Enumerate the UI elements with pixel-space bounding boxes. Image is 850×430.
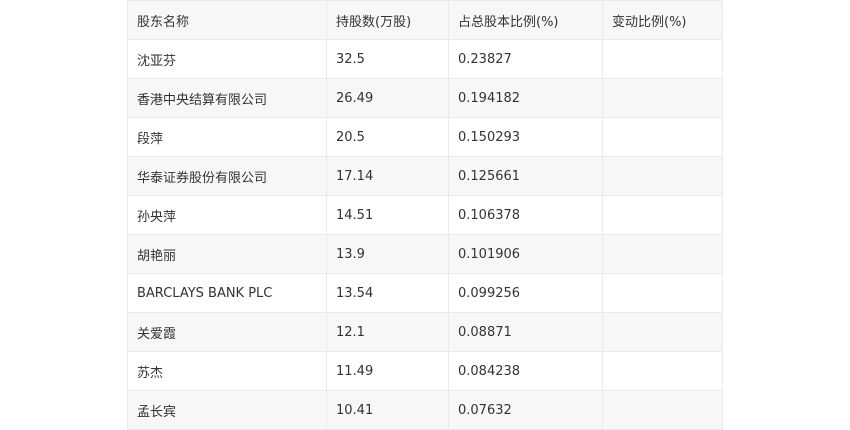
table-row: 孙央萍 14.51 0.106378 xyxy=(127,195,723,235)
cell-change-ratio xyxy=(602,117,723,157)
table-header: 股东名称 持股数(万股) 占总股本比例(%) 变动比例(%) xyxy=(127,0,723,40)
header-shareholder-name: 股东名称 xyxy=(127,0,327,40)
cell-shares-held: 32.5 xyxy=(326,39,449,79)
cell-shares-held: 13.54 xyxy=(326,273,449,313)
cell-share-ratio: 0.125661 xyxy=(448,156,603,196)
cell-shares-held: 12.1 xyxy=(326,312,449,352)
cell-shares-held: 14.51 xyxy=(326,195,449,235)
table-row: 段萍 20.5 0.150293 xyxy=(127,117,723,157)
cell-shares-held: 11.49 xyxy=(326,351,449,391)
table-row: 香港中央结算有限公司 26.49 0.194182 xyxy=(127,78,723,118)
table-row: 关爱霞 12.1 0.08871 xyxy=(127,312,723,352)
cell-share-ratio: 0.23827 xyxy=(448,39,603,79)
cell-shareholder-name: 关爱霞 xyxy=(127,312,327,352)
cell-share-ratio: 0.101906 xyxy=(448,234,603,274)
table-row: 华泰证券股份有限公司 17.14 0.125661 xyxy=(127,156,723,196)
cell-change-ratio xyxy=(602,273,723,313)
table-row: BARCLAYS BANK PLC 13.54 0.099256 xyxy=(127,273,723,313)
cell-share-ratio: 0.084238 xyxy=(448,351,603,391)
header-share-ratio: 占总股本比例(%) xyxy=(448,0,603,40)
header-change-ratio: 变动比例(%) xyxy=(602,0,723,40)
header-row: 股东名称 持股数(万股) 占总股本比例(%) 变动比例(%) xyxy=(127,0,723,40)
header-shares-held: 持股数(万股) xyxy=(326,0,449,40)
cell-change-ratio xyxy=(602,195,723,235)
cell-shareholder-name: BARCLAYS BANK PLC xyxy=(127,273,327,313)
cell-shareholder-name: 华泰证券股份有限公司 xyxy=(127,156,327,196)
table-body: 沈亚芬 32.5 0.23827 香港中央结算有限公司 26.49 0.1941… xyxy=(127,39,723,430)
table-row: 沈亚芬 32.5 0.23827 xyxy=(127,39,723,79)
shareholder-table: 股东名称 持股数(万股) 占总股本比例(%) 变动比例(%) 沈亚芬 32.5 … xyxy=(127,0,723,430)
cell-shareholder-name: 段萍 xyxy=(127,117,327,157)
cell-shares-held: 13.9 xyxy=(326,234,449,274)
cell-shareholder-name: 沈亚芬 xyxy=(127,39,327,79)
cell-change-ratio xyxy=(602,390,723,430)
cell-share-ratio: 0.194182 xyxy=(448,78,603,118)
cell-share-ratio: 0.099256 xyxy=(448,273,603,313)
cell-share-ratio: 0.106378 xyxy=(448,195,603,235)
cell-shareholder-name: 香港中央结算有限公司 xyxy=(127,78,327,118)
cell-change-ratio xyxy=(602,312,723,352)
cell-shares-held: 20.5 xyxy=(326,117,449,157)
table-row: 苏杰 11.49 0.084238 xyxy=(127,351,723,391)
cell-share-ratio: 0.08871 xyxy=(448,312,603,352)
cell-shares-held: 17.14 xyxy=(326,156,449,196)
cell-shares-held: 26.49 xyxy=(326,78,449,118)
cell-change-ratio xyxy=(602,156,723,196)
table-row: 孟长宾 10.41 0.07632 xyxy=(127,390,723,430)
cell-change-ratio xyxy=(602,351,723,391)
cell-shareholder-name: 孟长宾 xyxy=(127,390,327,430)
cell-shares-held: 10.41 xyxy=(326,390,449,430)
table-row: 胡艳丽 13.9 0.101906 xyxy=(127,234,723,274)
cell-share-ratio: 0.07632 xyxy=(448,390,603,430)
cell-share-ratio: 0.150293 xyxy=(448,117,603,157)
cell-shareholder-name: 胡艳丽 xyxy=(127,234,327,274)
cell-shareholder-name: 苏杰 xyxy=(127,351,327,391)
cell-change-ratio xyxy=(602,78,723,118)
shareholder-table-container: 股东名称 持股数(万股) 占总股本比例(%) 变动比例(%) 沈亚芬 32.5 … xyxy=(127,0,723,430)
cell-change-ratio xyxy=(602,39,723,79)
cell-change-ratio xyxy=(602,234,723,274)
cell-shareholder-name: 孙央萍 xyxy=(127,195,327,235)
